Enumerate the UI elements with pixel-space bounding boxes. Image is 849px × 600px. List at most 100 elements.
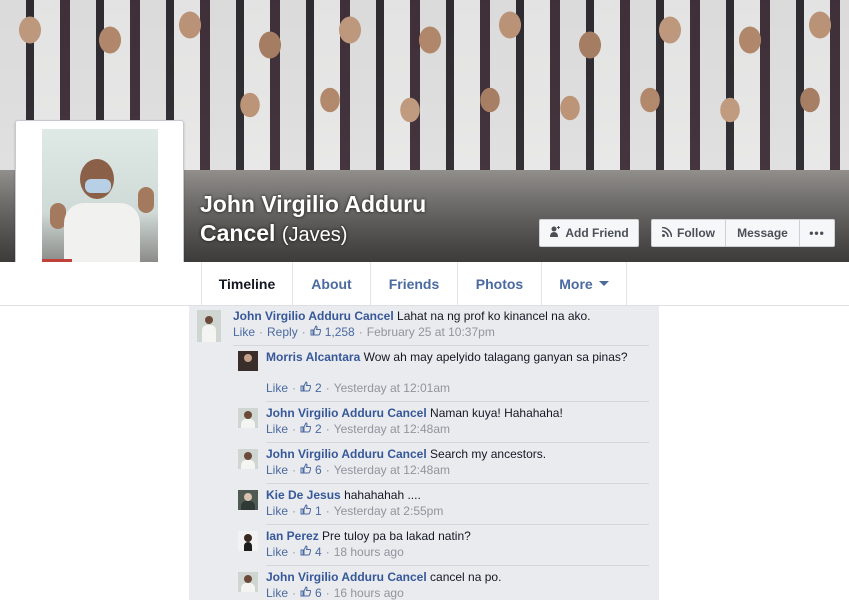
add-friend-button[interactable]: Add Friend xyxy=(539,219,639,247)
avatar-head xyxy=(244,575,252,583)
commenter-avatar[interactable] xyxy=(197,310,221,342)
like-count[interactable]: 6 xyxy=(315,586,322,600)
meta-separator: · xyxy=(292,545,297,559)
reply-avatar[interactable] xyxy=(238,572,258,592)
reply-meta: Like · 4 · 18 hours ago xyxy=(266,545,404,559)
profile-name-line2: Cancel xyxy=(200,220,276,246)
meta-separator: · xyxy=(358,325,363,339)
reply-comment: Kie De Jesus hahahahah .... xyxy=(266,487,636,503)
tab-about[interactable]: About xyxy=(293,262,371,305)
reply-text: Pre tuloy pa ba lakad natin? xyxy=(322,529,471,543)
thumbs-up-icon xyxy=(300,545,312,559)
follow-label: Follow xyxy=(677,226,715,240)
rss-follow-icon xyxy=(661,226,673,240)
reply-text-continued: pinas? xyxy=(592,350,628,364)
reply-avatar[interactable] xyxy=(238,490,258,510)
follow-button[interactable]: Follow xyxy=(652,220,726,246)
meta-separator: · xyxy=(325,586,330,600)
reply-author-link[interactable]: Kie De Jesus xyxy=(266,488,341,502)
comment-timestamp[interactable]: February 25 at 10:37pm xyxy=(367,325,495,339)
comment-thread: John Virgilio Adduru Cancel Lahat na ng … xyxy=(189,306,659,600)
profile-picture-mask xyxy=(85,179,111,193)
thumbs-up-icon xyxy=(300,422,312,436)
avatar-head xyxy=(244,411,252,419)
reply-meta: Like · 1 · Yesterday at 2:55pm xyxy=(266,504,443,518)
like-count[interactable]: 2 xyxy=(315,422,322,436)
profile-name-line1: John Virgilio Adduru xyxy=(200,191,427,217)
thumbs-up-icon xyxy=(300,381,312,395)
reply-text: Wow ah may apelyido talagang ganyan sa xyxy=(363,350,589,364)
reply-author-link[interactable]: John Virgilio Adduru Cancel xyxy=(266,447,427,461)
reply-meta: Like · 2 · Yesterday at 12:48am xyxy=(266,422,450,436)
reply-meta: Like · 6 · Yesterday at 12:48am xyxy=(266,463,450,477)
thumbs-up-icon xyxy=(300,463,312,477)
avatar-head xyxy=(205,316,213,324)
like-link[interactable]: Like xyxy=(266,504,288,518)
like-count[interactable]: 1 xyxy=(315,504,322,518)
profile-picture xyxy=(42,129,158,282)
tab-photos[interactable]: Photos xyxy=(458,262,542,305)
meta-separator: · xyxy=(325,381,330,395)
reply-link[interactable]: Reply xyxy=(267,325,298,339)
reply-avatar[interactable] xyxy=(238,449,258,469)
comment-text: Lahat na ng prof ko kinancel na ako. xyxy=(397,309,591,323)
reply-comment: John Virgilio Adduru Cancel Search my an… xyxy=(266,446,636,462)
reply-author-link[interactable]: John Virgilio Adduru Cancel xyxy=(266,570,427,584)
reply-divider xyxy=(266,401,649,402)
reply-avatar[interactable] xyxy=(238,351,258,371)
message-button[interactable]: Message xyxy=(726,220,800,246)
more-options-button[interactable]: ••• xyxy=(800,220,834,246)
main-comment-meta: Like · Reply · 1,258 · February 25 at 10:37… xyxy=(233,325,495,339)
meta-separator: · xyxy=(301,325,306,339)
message-label: Message xyxy=(737,226,788,240)
reply-divider xyxy=(266,483,649,484)
meta-separator: · xyxy=(325,463,330,477)
reply-avatar[interactable] xyxy=(238,408,258,428)
more-dots-icon: ••• xyxy=(809,226,825,240)
profile-picture-hand-right xyxy=(138,187,154,213)
tab-more-label: More xyxy=(559,275,593,292)
like-count[interactable]: 6 xyxy=(315,463,322,477)
avatar-body xyxy=(241,501,255,510)
tab-photos-label: Photos xyxy=(475,275,524,292)
tab-friends[interactable]: Friends xyxy=(371,262,458,305)
like-link[interactable]: Like xyxy=(266,463,288,477)
reply-timestamp[interactable]: Yesterday at 2:55pm xyxy=(334,504,444,518)
like-link[interactable]: Like xyxy=(266,422,288,436)
like-count[interactable]: 1,258 xyxy=(325,325,355,339)
like-count[interactable]: 2 xyxy=(315,381,322,395)
like-link[interactable]: Like xyxy=(233,325,255,339)
reply-text: hahahahah .... xyxy=(344,488,421,502)
tab-more[interactable]: More xyxy=(542,262,627,305)
profile-name[interactable]: John Virgilio Adduru Cancel (Javes) xyxy=(200,190,426,250)
reply-timestamp[interactable]: 16 hours ago xyxy=(334,586,404,600)
profile-alternate-name: (Javes) xyxy=(281,224,348,246)
avatar-body xyxy=(241,460,255,469)
like-link[interactable]: Like xyxy=(266,381,288,395)
reply-timestamp[interactable]: Yesterday at 12:48am xyxy=(334,463,450,477)
avatar-body xyxy=(241,419,255,428)
reply-timestamp[interactable]: Yesterday at 12:01am xyxy=(334,381,450,395)
like-count[interactable]: 4 xyxy=(315,545,322,559)
avatar-head xyxy=(244,493,252,501)
avatar-head xyxy=(244,354,252,362)
reply-avatar[interactable] xyxy=(238,531,258,551)
reply-comment: Morris Alcantara Wow ah may apelyido tal… xyxy=(266,349,636,365)
chevron-down-icon xyxy=(598,281,609,286)
reply-divider xyxy=(266,565,649,566)
comment-author-link[interactable]: John Virgilio Adduru Cancel xyxy=(233,309,394,323)
reply-author-link[interactable]: Morris Alcantara xyxy=(266,350,360,364)
reply-author-link[interactable]: Ian Perez xyxy=(266,529,319,543)
reply-comment: Ian Perez Pre tuloy pa ba lakad natin? xyxy=(266,528,636,544)
reply-timestamp[interactable]: 18 hours ago xyxy=(334,545,404,559)
reply-author-link[interactable]: John Virgilio Adduru Cancel xyxy=(266,406,427,420)
tab-timeline[interactable]: Timeline xyxy=(201,262,293,305)
reply-comment: John Virgilio Adduru Cancel Naman kuya! … xyxy=(266,405,636,421)
reply-meta: Like · 6 · 16 hours ago xyxy=(266,586,404,600)
comment-divider xyxy=(233,345,649,346)
avatar-body xyxy=(244,542,252,551)
reply-text: Search my ancestors. xyxy=(430,447,547,461)
like-link[interactable]: Like xyxy=(266,586,288,600)
reply-timestamp[interactable]: Yesterday at 12:48am xyxy=(334,422,450,436)
like-link[interactable]: Like xyxy=(266,545,288,559)
